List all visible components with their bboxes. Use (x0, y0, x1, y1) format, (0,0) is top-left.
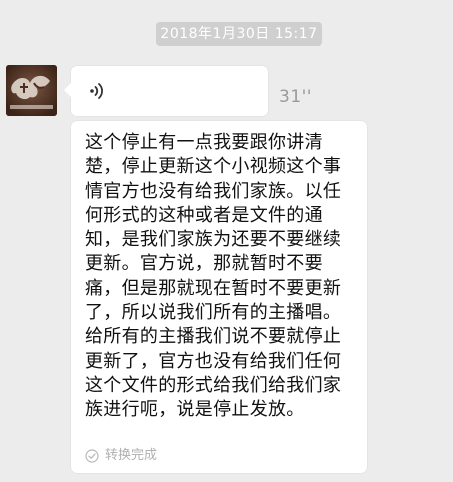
avatar-image (6, 65, 57, 116)
check-circle-icon (85, 449, 99, 463)
voice-duration: 31'' (279, 87, 312, 107)
sender-avatar[interactable] (6, 65, 57, 116)
transcript-bubble[interactable]: 这个停止有一点我要跟你讲清楚，停止更新这个小视频这个事情官方也没有给我们家族。以… (71, 121, 367, 473)
voice-wave-icon (90, 83, 103, 99)
transcript-status: 转换完成 (85, 447, 157, 465)
transcript-text: 这个停止有一点我要跟你讲清楚，停止更新这个小视频这个事情官方也没有给我们家族。以… (85, 132, 342, 421)
message-timestamp: 2018年1月30日 15:17 (156, 22, 322, 46)
voice-message-bubble[interactable] (64, 66, 268, 116)
transcript-status-label: 转换完成 (105, 448, 158, 463)
